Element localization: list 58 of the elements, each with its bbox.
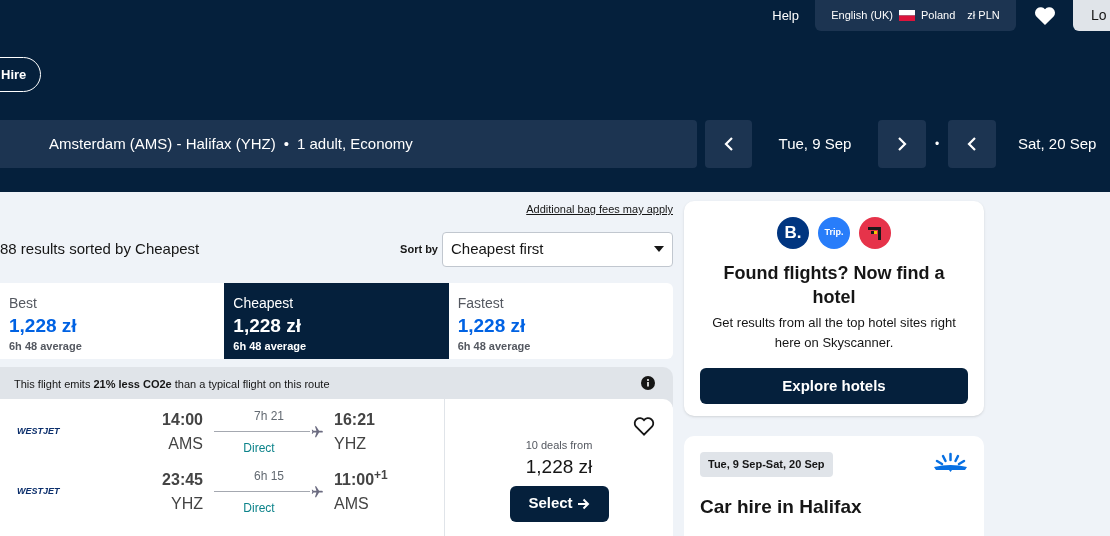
chevron-right-icon (897, 136, 907, 152)
depart-date[interactable]: Tue, 9 Sep (752, 132, 878, 156)
arrive-airport: YHZ (334, 433, 367, 454)
country-label: Poland (921, 8, 956, 24)
hotel-card-text: Get results from all the top hotel sites right here on Skyscanner. (711, 314, 957, 352)
hotel-card-title: Found flights? Now find a hotel (722, 262, 946, 309)
chevron-left-icon (967, 136, 977, 152)
stops-label: Direct (243, 439, 275, 457)
plane-icon (310, 424, 324, 439)
sort-tab[interactable]: Best 1,228 zł 6h 48 average (0, 282, 225, 359)
plane-icon (310, 484, 324, 499)
stops-label: Direct (243, 499, 275, 517)
car-hire-title: Car hire in Halifax (700, 494, 863, 519)
sort-label: Sort by (400, 241, 438, 257)
flight-duration: 7h 21 (254, 407, 284, 425)
flight-card[interactable]: WESTJET 14:00 AMS 7h 21 Direct 16:21 YHZ WESTJET 23:45 YHZ 6h 15 Direct 11:00$^{+1}$ AMS 10 deals from 1,228 zł Select (0, 398, 673, 536)
arrive-time: 16:21 (334, 409, 375, 430)
search-summary[interactable]: Amsterdam (AMS) - Halifax (YHZ) • 1 adult, Economy (0, 120, 697, 168)
info-icon[interactable] (641, 375, 655, 390)
language-label: English (UK) (831, 8, 894, 24)
sort-dropdown[interactable]: Cheapest first (442, 231, 673, 267)
hotel-site-logo: Trip. (818, 217, 850, 249)
bag-fees-link[interactable]: Additional bag fees may apply (526, 201, 673, 218)
separator-dot: • (283, 133, 289, 154)
flight-duration: 6h 15 (254, 467, 284, 485)
depart-time: 14:00 (161, 409, 203, 430)
chevron-left-icon (723, 136, 734, 152)
separator-dot: • (933, 136, 941, 153)
help-link[interactable]: Help (772, 5, 799, 26)
sort-tab[interactable]: Cheapest 1,228 zł 6h 48 average (224, 282, 449, 359)
explore-hotels-button[interactable]: Explore hotels (700, 368, 968, 404)
sort-tab[interactable]: Fastest 1,228 zł 6h 48 average (448, 282, 673, 359)
locale-button[interactable]: English (UK) Poland zł PLN (815, 0, 1016, 31)
travellers-label: 1 adult, Economy (296, 133, 413, 154)
route-label: Amsterdam (AMS) - Halifax (YHZ) (49, 133, 276, 154)
heart-icon[interactable] (1034, 5, 1056, 26)
flight-price: 1,228 zł (525, 455, 593, 479)
currency-label: zł PLN (967, 8, 1000, 24)
caret-icon (654, 246, 664, 252)
return-date[interactable]: Sat, 20 Sep (1018, 132, 1097, 156)
depart-airport: AMS (167, 433, 203, 454)
airline-logo: WESTJET (16, 424, 61, 438)
deals-label: 10 deals from (525, 437, 593, 453)
arrive-airport: AMS (334, 493, 370, 514)
arrow-icon (576, 497, 590, 510)
heart-icon[interactable] (633, 415, 655, 436)
eco-text: This flight emits 21% less CO2e than a typical flight on this route (14, 376, 330, 392)
hotel-site-logo (859, 217, 891, 249)
flag-icon (899, 10, 916, 21)
hotel-site-logo: B. (777, 217, 809, 249)
select-button[interactable]: Select (509, 485, 609, 522)
depart-airport: YHZ (170, 493, 203, 514)
date-range-badge: Tue, 9 Sep-Sat, 20 Sep (700, 452, 833, 477)
depart-time: 23:45 (161, 469, 203, 490)
results-summary: 88 results sorted by Cheapest (0, 238, 201, 259)
arrive-time: 11:00$^{+1}$ (334, 467, 388, 490)
airline-logo: WESTJET (16, 484, 61, 498)
login-button[interactable]: Lo (1073, 0, 1110, 31)
